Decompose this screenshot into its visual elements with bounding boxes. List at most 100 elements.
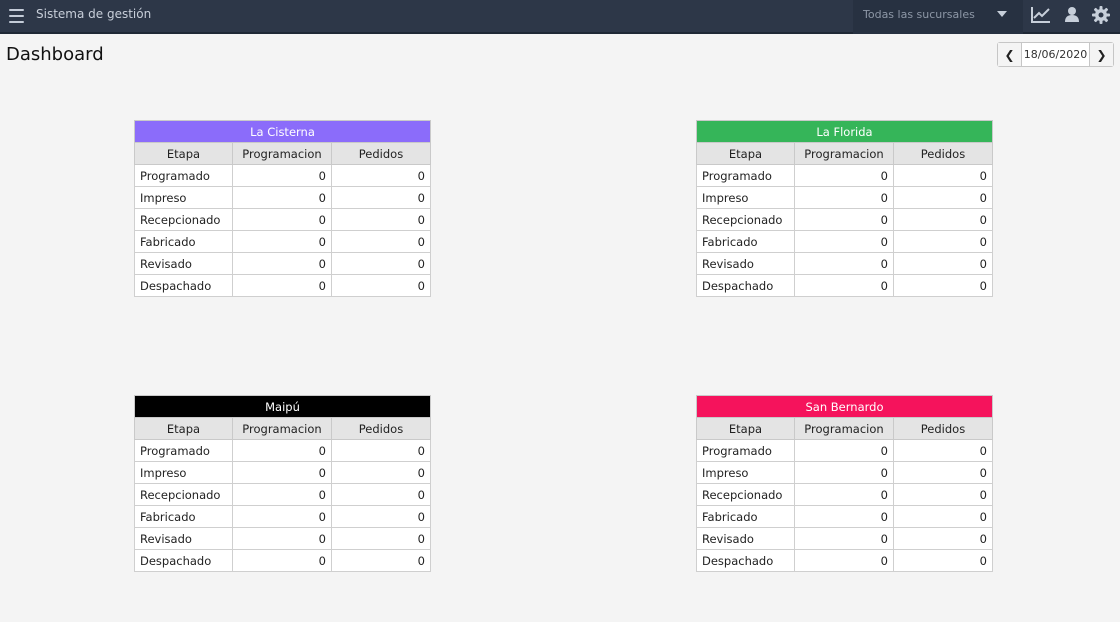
pedidos-cell: 0	[331, 549, 431, 572]
programacion-cell: 0	[794, 186, 894, 209]
table-row: Impreso 0 0	[134, 461, 431, 484]
menu-icon[interactable]	[9, 7, 25, 23]
branch-table: La Florida Etapa Programacion Pedidos Progra…	[696, 120, 993, 297]
pedidos-cell: 0	[893, 274, 993, 297]
programacion-cell: 0	[232, 230, 332, 253]
table-row: Recepcionado 0 0	[696, 483, 993, 506]
stage-cell: Impreso	[134, 186, 233, 209]
branch-table: Maipú Etapa Programacion Pedidos Programado 0…	[134, 395, 431, 572]
chart-line-icon[interactable]	[1030, 5, 1054, 27]
pedidos-cell: 0	[331, 208, 431, 231]
programacion-cell: 0	[794, 483, 894, 506]
branch-table: San Bernardo Etapa Programacion Pedidos Prog…	[696, 395, 993, 572]
stage-cell: Impreso	[696, 186, 795, 209]
pedidos-cell: 0	[331, 483, 431, 506]
programacion-cell: 0	[794, 252, 894, 275]
stage-cell: Recepcionado	[134, 483, 233, 506]
column-header-pedidos: Pedidos	[331, 142, 431, 165]
stage-cell: Impreso	[134, 461, 233, 484]
column-header-pedidos: Pedidos	[893, 417, 993, 440]
table-row: Despachado 0 0	[696, 274, 993, 297]
pedidos-cell: 0	[331, 505, 431, 528]
stage-cell: Revisado	[696, 252, 795, 275]
programacion-cell: 0	[232, 208, 332, 231]
chevron-right-icon[interactable]: ❯	[1089, 43, 1113, 66]
pedidos-cell: 0	[893, 483, 993, 506]
pedidos-cell: 0	[893, 439, 993, 462]
stage-cell: Revisado	[134, 527, 233, 550]
table-row: Programado 0 0	[696, 439, 993, 462]
programacion-cell: 0	[232, 186, 332, 209]
stage-cell: Programado	[134, 164, 233, 187]
pedidos-cell: 0	[893, 230, 993, 253]
stage-cell: Impreso	[696, 461, 795, 484]
table-row: Programado 0 0	[696, 164, 993, 187]
table-row: Despachado 0 0	[134, 274, 431, 297]
programacion-cell: 0	[794, 527, 894, 550]
branch-selector[interactable]: Todas las sucursales	[853, 0, 1023, 34]
programacion-cell: 0	[794, 164, 894, 187]
table-row: Programado 0 0	[134, 439, 431, 462]
table-row: Impreso 0 0	[134, 186, 431, 209]
chevron-left-icon[interactable]: ❮	[998, 43, 1022, 66]
column-header-etapa: Etapa	[696, 417, 795, 440]
programacion-cell: 0	[794, 230, 894, 253]
pedidos-cell: 0	[331, 252, 431, 275]
pedidos-cell: 0	[893, 252, 993, 275]
table-row: Fabricado 0 0	[696, 230, 993, 253]
branch-selector-value: Todas las sucursales	[863, 8, 975, 21]
stage-cell: Despachado	[696, 549, 795, 572]
pedidos-cell: 0	[893, 527, 993, 550]
programacion-cell: 0	[232, 527, 332, 550]
stage-cell: Programado	[134, 439, 233, 462]
pedidos-cell: 0	[331, 439, 431, 462]
pedidos-cell: 0	[331, 164, 431, 187]
programacion-cell: 0	[794, 274, 894, 297]
user-icon[interactable]	[1062, 5, 1086, 27]
stage-cell: Programado	[696, 439, 795, 462]
pedidos-cell: 0	[331, 186, 431, 209]
pedidos-cell: 0	[331, 230, 431, 253]
stage-cell: Despachado	[134, 274, 233, 297]
date-display[interactable]: 18/06/2020	[1022, 43, 1089, 66]
programacion-cell: 0	[232, 483, 332, 506]
programacion-cell: 0	[794, 439, 894, 462]
branch-name-header: La Florida	[696, 120, 993, 143]
branch-name-header: La Cisterna	[134, 120, 431, 143]
column-header-programacion: Programacion	[794, 142, 894, 165]
column-header-pedidos: Pedidos	[893, 142, 993, 165]
date-navigator: ❮ 18/06/2020 ❯	[997, 42, 1114, 67]
programacion-cell: 0	[232, 505, 332, 528]
programacion-cell: 0	[794, 549, 894, 572]
table-row: Recepcionado 0 0	[134, 483, 431, 506]
stage-cell: Fabricado	[696, 230, 795, 253]
table-row: Revisado 0 0	[134, 252, 431, 275]
pedidos-cell: 0	[893, 505, 993, 528]
pedidos-cell: 0	[331, 527, 431, 550]
stage-cell: Revisado	[696, 527, 795, 550]
stage-cell: Revisado	[134, 252, 233, 275]
table-row: Recepcionado 0 0	[696, 208, 993, 231]
column-header-programacion: Programacion	[794, 417, 894, 440]
pedidos-cell: 0	[893, 461, 993, 484]
programacion-cell: 0	[794, 208, 894, 231]
column-header-programacion: Programacion	[232, 417, 332, 440]
pedidos-cell: 0	[893, 549, 993, 572]
programacion-cell: 0	[232, 439, 332, 462]
column-header-pedidos: Pedidos	[331, 417, 431, 440]
table-row: Revisado 0 0	[696, 527, 993, 550]
programacion-cell: 0	[232, 252, 332, 275]
pedidos-cell: 0	[331, 274, 431, 297]
table-row: Revisado 0 0	[134, 527, 431, 550]
branch-name-header: San Bernardo	[696, 395, 993, 418]
programacion-cell: 0	[232, 461, 332, 484]
chevron-down-icon[interactable]	[997, 11, 1007, 17]
table-row: Programado 0 0	[134, 164, 431, 187]
gear-icon[interactable]	[1091, 5, 1115, 27]
table-row: Fabricado 0 0	[696, 505, 993, 528]
stage-cell: Fabricado	[134, 505, 233, 528]
pedidos-cell: 0	[893, 186, 993, 209]
programacion-cell: 0	[232, 549, 332, 572]
column-header-etapa: Etapa	[696, 142, 795, 165]
column-header-etapa: Etapa	[134, 417, 233, 440]
